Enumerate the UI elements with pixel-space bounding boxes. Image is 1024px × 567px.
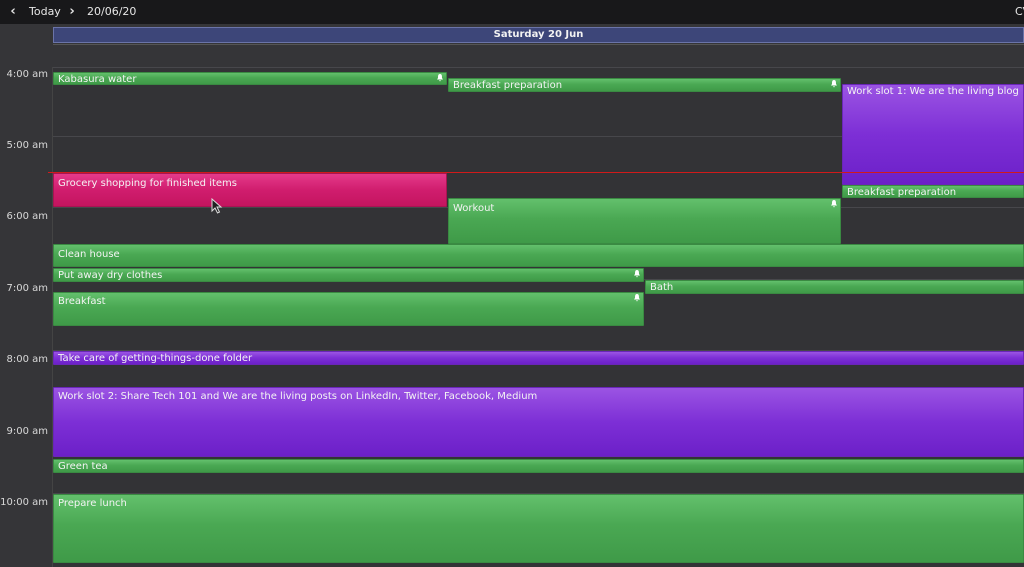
event-title: Bath	[650, 282, 674, 293]
current-time-line	[48, 172, 1024, 173]
event-title: Kabasura water	[58, 74, 137, 85]
hour-label: 4:00 am	[6, 69, 48, 80]
today-button[interactable]: Today	[29, 5, 61, 18]
gutter-header	[0, 24, 52, 67]
event-title: Work slot 2: Share Tech 101 and We are t…	[58, 391, 538, 402]
hour-label: 7:00 am	[6, 283, 48, 294]
event-breakfast-preparation[interactable]: Breakfast preparation	[448, 78, 841, 92]
chevron-right-icon[interactable]: ›	[65, 4, 79, 20]
bell-icon	[634, 294, 640, 302]
bell-icon	[831, 80, 837, 88]
toolbar: ‹ Today › 20/06/20 CV	[0, 0, 1024, 24]
event-work-slot-2[interactable]: Work slot 2: Share Tech 101 and We are t…	[53, 387, 1024, 457]
event-title: Breakfast preparation	[453, 80, 563, 91]
event-title: Breakfast	[58, 296, 106, 307]
hour-line	[53, 67, 1024, 68]
bell-icon	[437, 74, 443, 82]
calendar-week-label: CV	[1015, 5, 1024, 18]
day-header[interactable]: Saturday 20 Jun	[53, 27, 1024, 43]
event-bath[interactable]: Bath	[645, 280, 1024, 294]
bell-icon	[634, 270, 640, 278]
event-prepare-lunch[interactable]: Prepare lunch	[53, 494, 1024, 563]
hour-label: 6:00 am	[6, 211, 48, 222]
event-title: Breakfast preparation	[847, 187, 957, 198]
event-title: Prepare lunch	[58, 498, 127, 509]
event-kabasura-water[interactable]: Kabasura water	[53, 72, 447, 85]
hour-label: 8:00 am	[6, 354, 48, 365]
hour-label: 10:00 am	[0, 497, 48, 508]
hour-label: 9:00 am	[6, 426, 48, 437]
event-breakfast[interactable]: Breakfast	[53, 292, 644, 326]
event-work-slot-1[interactable]: Work slot 1: We are the living blog post	[842, 84, 1024, 185]
event-title: Take care of getting-things-done folder	[58, 353, 253, 364]
bell-icon	[831, 200, 837, 208]
event-title: Grocery shopping for finished items	[58, 178, 237, 189]
hour-label: 5:00 am	[6, 140, 48, 151]
event-green-tea[interactable]: Green tea	[53, 459, 1024, 473]
event-title: Workout	[453, 203, 495, 214]
event-breakfast-preparation-2[interactable]: Breakfast preparation	[842, 185, 1024, 198]
event-title: Clean house	[58, 249, 120, 260]
chevron-left-icon[interactable]: ‹	[6, 4, 20, 20]
event-grocery-shopping[interactable]: Grocery shopping for finished items	[53, 173, 447, 207]
mouse-cursor-icon	[211, 198, 223, 214]
event-workout[interactable]: Workout	[448, 198, 841, 244]
all-day-divider	[53, 44, 1024, 45]
event-title: Green tea	[58, 461, 108, 472]
current-date: 20/06/20	[87, 5, 137, 18]
event-title: Put away dry clothes	[58, 270, 163, 281]
event-clean-house[interactable]: Clean house	[53, 244, 1024, 267]
event-put-away-dry-clothes[interactable]: Put away dry clothes	[53, 268, 644, 282]
event-getting-things-done[interactable]: Take care of getting-things-done folder	[53, 351, 1024, 365]
event-title: Work slot 1: We are the living blog post	[847, 86, 1023, 97]
